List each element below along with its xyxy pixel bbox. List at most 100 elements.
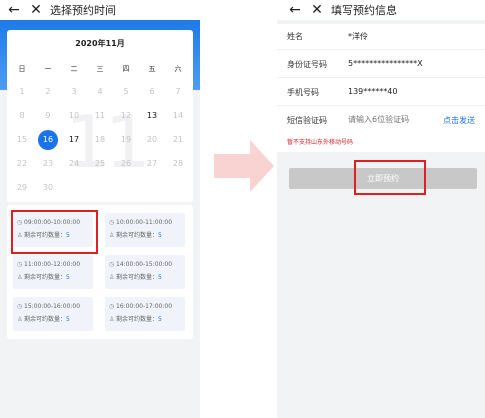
calendar-week-row: 1 2 3 4 5 6 7	[9, 82, 191, 102]
calendar-week-row: 8 9 10 11 12 13 14	[9, 106, 191, 126]
calendar-day-number: 25	[94, 159, 106, 168]
calendar-day-number: 23	[42, 159, 54, 168]
slot-remaining-line: ♙ 剩余可约数量：5	[109, 229, 181, 242]
calendar-day: 5	[113, 82, 139, 102]
calendar-day: 24	[61, 154, 87, 174]
calendar-day: 7	[165, 82, 191, 102]
slot-time: 10:00:00-11:00:00	[116, 219, 173, 226]
back-arrow-icon[interactable]: ←	[287, 3, 303, 17]
calendar-day: 25	[87, 154, 113, 174]
weekday-header-row: 日一二三四五六	[9, 59, 191, 79]
slot-remaining-line: ♙ 剩余可约数量：5	[17, 313, 89, 326]
right-topbar: ← ✕ 填写预约信息	[277, 0, 485, 20]
calendar-day-number: 28	[172, 159, 184, 168]
date-selection-screen: ← ✕ 选择预约时间 11 2020年11月 日一二三四五六 123456789…	[0, 0, 200, 418]
calendar-day[interactable]: 17	[61, 130, 87, 150]
calendar-day-number: 2	[45, 87, 51, 96]
slot-time-line: ◷ 14:00:00-15:00:00	[109, 258, 181, 271]
calendar-day-selected[interactable]: 16	[35, 130, 61, 150]
slot-remaining-line: ♙ 剩余可约数量：5	[109, 313, 181, 326]
calendar-day: 26	[113, 154, 139, 174]
time-slot[interactable]: ◷ 10:00:00-11:00:00 ♙ 剩余可约数量：5	[105, 213, 185, 247]
calendar-day: 15	[9, 130, 35, 150]
calendar-day: 12	[113, 106, 139, 126]
person-icon: ♙	[109, 274, 115, 281]
calendar-day-number: 24	[68, 159, 80, 168]
slot-time-line: ◷ 15:00:00-16:00:00	[17, 300, 89, 313]
calendar-day: 19	[113, 130, 139, 150]
person-icon: ♙	[17, 316, 23, 323]
clock-icon: ◷	[17, 261, 23, 268]
calendar: 11 2020年11月 日一二三四五六 1 2 3 4 5 6 7 8 9 10 11 12 13 14 1…	[7, 30, 193, 202]
calendar-day: 1	[9, 82, 35, 102]
calendar-day-number: 26	[120, 159, 132, 168]
sms-code-label: 短信验证码	[287, 116, 327, 125]
person-icon: ♙	[17, 274, 23, 281]
phone-warning-text: 暂不支持山东外移动号码	[287, 139, 354, 146]
calendar-day-number: 17	[68, 135, 80, 144]
calendar-day: 4	[87, 82, 113, 102]
calendar-day: 23	[35, 154, 61, 174]
slot-remaining-label: 剩余可约数量：	[24, 274, 67, 281]
person-icon: ♙	[109, 316, 115, 323]
calendar-day-number: 16	[38, 130, 58, 150]
highlight-box-selected-slot	[11, 210, 98, 254]
calendar-day-number: 21	[172, 135, 184, 144]
slot-remaining-count: 5	[66, 274, 70, 281]
highlight-box-submit	[354, 160, 426, 195]
calendar-day: 8	[9, 106, 35, 126]
slot-remaining-count: 5	[158, 274, 162, 281]
slot-remaining-line: ♙ 剩余可约数量：5	[109, 271, 181, 284]
page-title: 选择预约时间	[50, 4, 116, 17]
calendar-day-number: 13	[146, 111, 158, 120]
left-topbar: ← ✕ 选择预约时间	[0, 0, 200, 20]
phone-field[interactable]: 139******40	[348, 87, 397, 96]
time-slot[interactable]: ◷ 11:00:00-12:00:00 ♙ 剩余可约数量：5	[13, 255, 93, 289]
calendar-day-number: 9	[45, 111, 51, 120]
slot-remaining-count: 5	[158, 232, 162, 239]
time-slot[interactable]: ◷ 14:00:00-15:00:00 ♙ 剩余可约数量：5	[105, 255, 185, 289]
calendar-day-number: 30	[42, 183, 54, 192]
slot-time: 15:00:00-16:00:00	[24, 303, 81, 310]
calendar-day: 6	[139, 82, 165, 102]
calendar-day-number: 3	[71, 87, 77, 96]
slot-remaining-count: 5	[158, 316, 162, 323]
clock-icon: ◷	[109, 303, 115, 310]
calendar-day-number: 8	[19, 111, 25, 120]
calendar-day[interactable]: 13	[139, 106, 165, 126]
sms-code-input[interactable]	[348, 115, 428, 124]
calendar-day: 22	[9, 154, 35, 174]
calendar-day-number: 1	[19, 87, 25, 96]
calendar-day: 20	[139, 130, 165, 150]
calendar-day: 9	[35, 106, 61, 126]
id-number-label: 身份证号码	[287, 60, 327, 69]
calendar-week-row: 29 30	[9, 178, 191, 198]
calendar-day-number: 10	[68, 111, 80, 120]
calendar-day-number: 7	[175, 87, 181, 96]
phone-label: 手机号码	[287, 88, 319, 97]
id-number-field[interactable]: 5****************X	[348, 59, 423, 68]
calendar-day: 11	[87, 106, 113, 126]
back-arrow-icon[interactable]: ←	[6, 3, 22, 17]
sms-code-row: 短信验证码 点击发送	[277, 108, 485, 134]
close-icon[interactable]: ✕	[28, 3, 44, 17]
time-slot[interactable]: ◷ 16:00:00-17:00:00 ♙ 剩余可约数量：5	[105, 297, 185, 331]
slot-time-line: ◷ 11:00:00-12:00:00	[17, 258, 89, 271]
calendar-day-number: 5	[123, 87, 129, 96]
time-slot[interactable]: ◷ 15:00:00-16:00:00 ♙ 剩余可约数量：5	[13, 297, 93, 331]
phone-row: 手机号码 139******40	[277, 80, 485, 106]
calendar-day-number: 12	[120, 111, 132, 120]
slot-time: 11:00:00-12:00:00	[24, 261, 81, 268]
close-icon[interactable]: ✕	[309, 3, 325, 17]
weekday-label: 一	[44, 65, 52, 73]
calendar-week-row: 15 16 17 18 19 20 21	[9, 130, 191, 150]
name-row: 姓名 *洋伶	[277, 24, 485, 50]
slot-time-line: ◷ 16:00:00-17:00:00	[109, 300, 181, 313]
calendar-day-number: 14	[172, 111, 184, 120]
send-code-button[interactable]: 点击发送	[443, 115, 475, 126]
calendar-day-number: 20	[146, 135, 158, 144]
calendar-week-row: 22 23 24 25 26 27 28	[9, 154, 191, 174]
calendar-day-number: 19	[120, 135, 132, 144]
name-field[interactable]: *洋伶	[348, 31, 368, 42]
calendar-day-number: 27	[146, 159, 158, 168]
